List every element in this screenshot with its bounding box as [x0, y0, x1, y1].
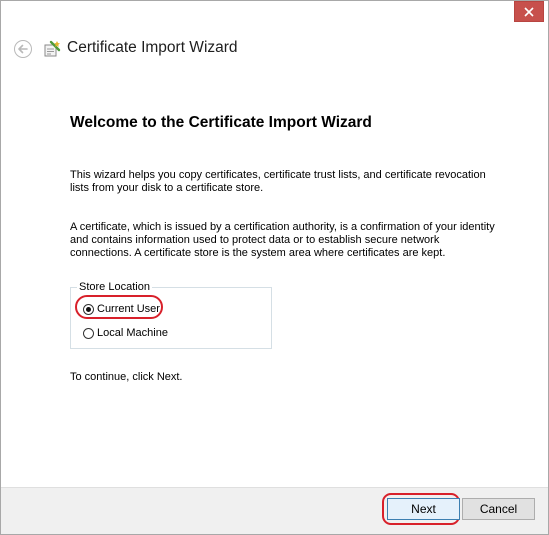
store-location-group: Store Location Current User Local Machin… [70, 281, 272, 349]
next-button[interactable]: Next [387, 498, 460, 520]
radio-label-current-user[interactable]: Current User [97, 303, 160, 315]
radio-local-machine[interactable]: Local Machine [83, 325, 168, 341]
close-icon [524, 6, 534, 17]
intro-paragraph: This wizard helps you copy certificates,… [70, 169, 486, 194]
continue-instruction: To continue, click Next. [70, 371, 183, 383]
close-button[interactable] [514, 1, 544, 22]
radio-button-local-machine[interactable] [83, 327, 94, 339]
radio-current-user[interactable]: Current User [83, 301, 160, 317]
certificate-wizard-icon [44, 40, 61, 57]
title-bar: Certificate Import Wizard [1, 1, 548, 69]
cancel-button[interactable]: Cancel [462, 498, 535, 520]
store-location-label: Store Location [77, 281, 152, 293]
radio-button-current-user[interactable] [83, 303, 94, 315]
wizard-content: Welcome to the Certificate Import Wizard… [1, 69, 548, 487]
page-heading: Welcome to the Certificate Import Wizard [70, 114, 372, 131]
certificate-description-paragraph: A certificate, which is issued by a cert… [70, 221, 495, 259]
window-title: Certificate Import Wizard [67, 39, 238, 56]
wizard-footer: Next Cancel [1, 487, 548, 534]
certificate-import-wizard-window: Certificate Import Wizard Welcome to the… [0, 0, 549, 535]
back-arrow-icon[interactable] [13, 39, 33, 59]
radio-label-local-machine[interactable]: Local Machine [97, 327, 168, 339]
